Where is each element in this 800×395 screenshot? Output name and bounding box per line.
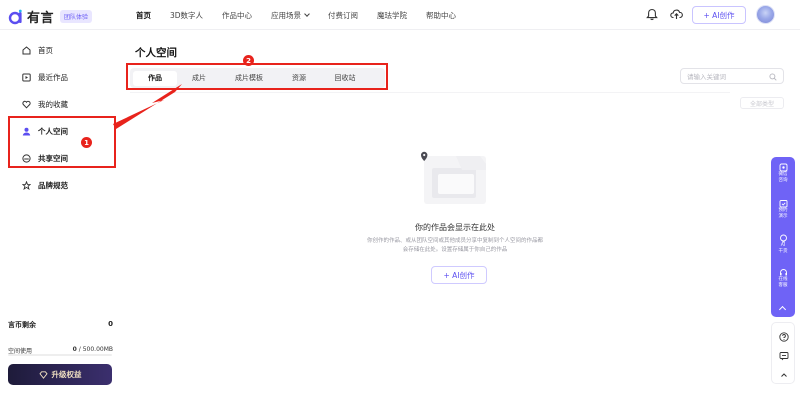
- storage-total: / 500.00MB: [78, 346, 113, 353]
- message-button[interactable]: [778, 350, 790, 362]
- logo-icon: [8, 9, 22, 24]
- ai-create-button[interactable]: + AI创作: [692, 6, 746, 24]
- coins-row: 言币剩余 0: [8, 320, 113, 330]
- empty-desc-line-2: 会存储在此处。设置存储属于你自己的作品: [402, 247, 508, 253]
- home-icon: [22, 46, 31, 55]
- question-icon: [779, 332, 789, 342]
- nav-help[interactable]: 帮助中心: [426, 10, 456, 21]
- divider: [130, 92, 730, 93]
- empty-state-title: 你的作品会显示在此处: [415, 223, 495, 232]
- sidebar: 首页 最近作品 我的收藏 个人空间 共享空间 品牌规范: [0, 31, 122, 395]
- float-wechat-consult[interactable]: 微信 咨询: [771, 163, 795, 184]
- chevron-down-icon: [304, 10, 310, 17]
- chevron-up-icon: [781, 373, 787, 377]
- sidebar-item-home[interactable]: 首页: [22, 45, 53, 56]
- headset-icon: [779, 269, 787, 276]
- sidebar-item-favorites[interactable]: 我的收藏: [22, 99, 68, 110]
- search-input[interactable]: 请输入关键词: [680, 68, 784, 84]
- upgrade-button[interactable]: 升级权益: [8, 364, 112, 385]
- heart-icon: [22, 100, 31, 109]
- sidebar-item-brand[interactable]: 品牌规范: [22, 180, 68, 191]
- diamond-icon: [38, 370, 48, 379]
- upgrade-label: 升级权益: [51, 370, 82, 379]
- type-filter[interactable]: 全部类型: [740, 97, 784, 109]
- annotation-box-sidebar: [8, 116, 116, 168]
- sidebar-item-label: 品牌规范: [38, 181, 68, 190]
- float-item-label: 在线 客服: [778, 277, 788, 288]
- back-to-top-button[interactable]: [778, 369, 790, 381]
- empty-state-description: 你创作的作品、或从团队空间或其他成员分享中复制到个人空间的作品都 会存储在此处。…: [355, 237, 555, 255]
- float-book-demo[interactable]: 预约 演示: [771, 199, 795, 220]
- wechat-icon: [779, 163, 787, 172]
- team-badge: 团队体验: [60, 10, 93, 23]
- storage-used: 0: [72, 346, 77, 353]
- floating-tools: [771, 322, 795, 384]
- bell-icon[interactable]: [646, 8, 658, 21]
- nav-home[interactable]: 首页: [136, 10, 151, 21]
- sidebar-item-label: 我的收藏: [38, 100, 68, 109]
- chevron-up-icon[interactable]: [778, 305, 787, 314]
- annotation-box-tabs: [126, 63, 388, 90]
- search-placeholder: 请输入关键词: [687, 73, 726, 81]
- nav-academy[interactable]: 魔珐学院: [377, 10, 407, 21]
- float-ai-tips[interactable]: AI 干货: [771, 234, 795, 255]
- empty-desc-line-1: 你创作的作品、或从团队空间或其他成员分享中复制到个人空间的作品都: [366, 238, 543, 244]
- logo-text: 有言: [27, 11, 55, 26]
- empty-folder-illustration: [421, 151, 486, 204]
- float-online-support[interactable]: 在线 客服: [771, 268, 795, 289]
- float-item-label: 预约 演示: [778, 208, 788, 219]
- bulb-icon: [779, 234, 787, 243]
- storage-progress-bar: [8, 354, 112, 356]
- annotation-badge-1: 1: [81, 137, 92, 148]
- calendar-icon: [779, 200, 787, 208]
- avatar[interactable]: [756, 5, 775, 24]
- logo[interactable]: 有言 团队体验: [8, 7, 93, 26]
- float-item-label: AI 干货: [778, 243, 788, 254]
- upload-cloud-icon[interactable]: [670, 8, 683, 20]
- nav-subscription[interactable]: 付费订阅: [328, 10, 358, 21]
- top-bar: 有言 团队体验 首页 3D数字人 作品中心 应用场景 付费订阅 魔珐学院 帮助中…: [0, 0, 800, 30]
- search-icon: [769, 72, 777, 81]
- main-nav: 首页 3D数字人 作品中心 应用场景 付费订阅 魔珐学院 帮助中心: [136, 0, 475, 30]
- nav-3d-avatar[interactable]: 3D数字人: [170, 10, 203, 21]
- help-button[interactable]: [778, 331, 790, 343]
- nav-works-center[interactable]: 作品中心: [222, 10, 252, 21]
- page-title: 个人空间: [135, 47, 177, 59]
- message-icon: [779, 352, 789, 361]
- recent-icon: [22, 73, 31, 82]
- nav-scenarios[interactable]: 应用场景: [271, 10, 310, 21]
- sidebar-item-label: 最近作品: [38, 73, 68, 82]
- nav-scenarios-label: 应用场景: [271, 10, 302, 20]
- brand-icon: [22, 181, 31, 190]
- annotation-badge-2: 2: [243, 55, 254, 66]
- sidebar-item-recent[interactable]: 最近作品: [22, 72, 68, 83]
- floating-help-panel: 微信 咨询 预约 演示 AI 干货 在线 客服: [771, 157, 795, 317]
- float-item-label: 微信 咨询: [778, 172, 788, 183]
- coins-value: 0: [108, 320, 113, 328]
- coins-label: 言币剩余: [8, 321, 36, 329]
- sidebar-item-label: 首页: [38, 46, 53, 55]
- empty-ai-create-button[interactable]: + AI创作: [431, 266, 487, 284]
